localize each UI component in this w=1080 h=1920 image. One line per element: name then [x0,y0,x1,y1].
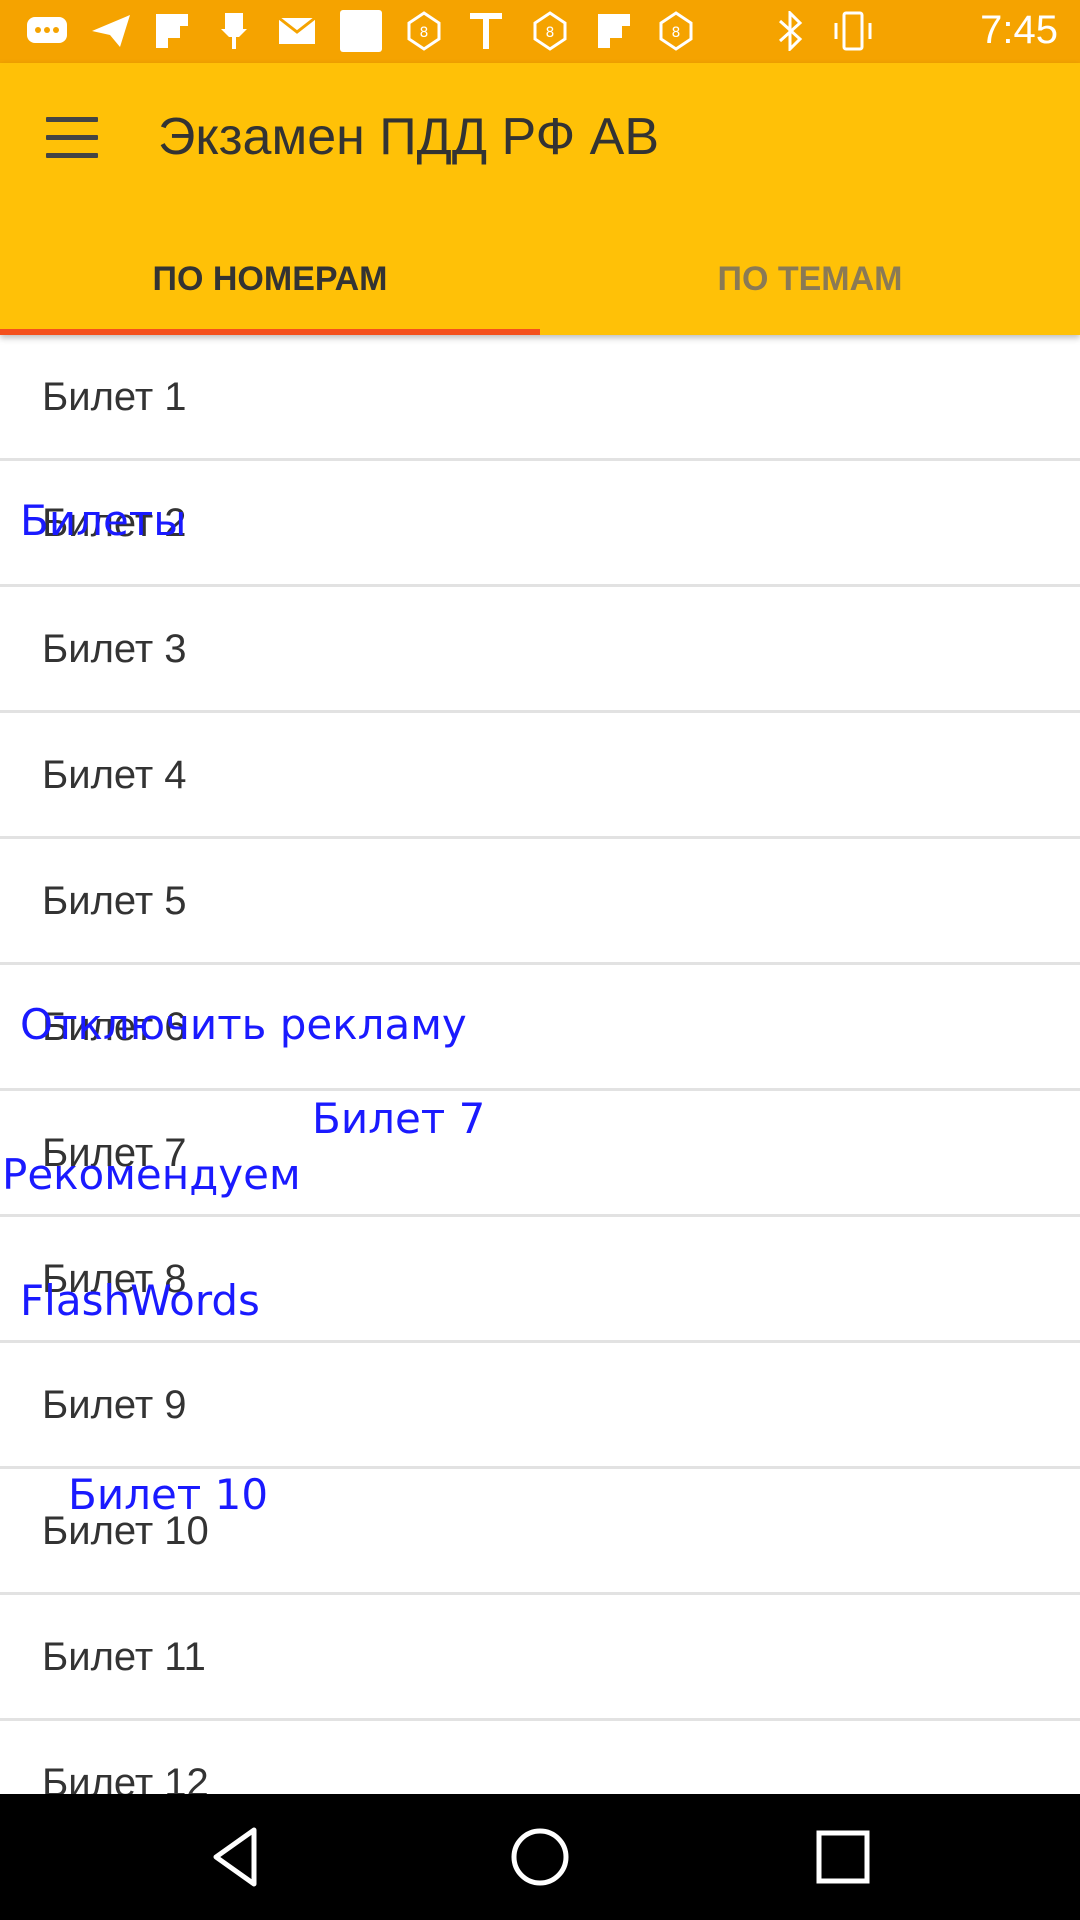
svg-text:8: 8 [546,25,555,41]
fox-icon: 8 [530,10,570,52]
list-item[interactable]: Билет 5 [0,839,1080,965]
list-item-label: Билет 4 [42,753,187,797]
app-bar: Экзамен ПДД РФ АВ ПО НОМЕРАМ ПО ТЕМАМ [0,63,1080,335]
send-icon [88,10,134,52]
overlay-tickets-label: Билеты [20,496,187,545]
menu-icon[interactable] [46,117,98,159]
pin-icon [214,10,254,52]
flipboard-icon [594,10,634,52]
page-title: Экзамен ПДД РФ АВ [158,108,660,166]
fox-icon: 8 [404,10,444,52]
overlay-flashwords-label: FlashWords [20,1276,260,1325]
recents-icon[interactable] [810,1824,876,1890]
clock: 7:45 [980,8,1058,52]
list-item[interactable]: Билет 3 [0,587,1080,713]
fox-icon: 8 [656,10,696,52]
overlay-disable-ads-label: Отключить рекламу [20,1000,467,1049]
bluetooth-icon [772,10,808,52]
tab-by-topic[interactable]: ПО ТЕМАМ [540,243,1080,335]
list-item-label: Билет 5 [42,879,187,923]
list-item[interactable]: Билет 4 [0,713,1080,839]
overlay-ticket7-label: Билет 7 [312,1094,486,1143]
list-item-label: Билет 3 [42,627,187,671]
svg-text:8: 8 [420,25,429,41]
flipboard-icon [152,10,192,52]
home-icon[interactable] [507,1824,573,1890]
vibrate-icon [830,10,876,52]
overlay-recommend-label: Рекомендуем [2,1150,301,1199]
text-icon [466,10,506,52]
list-item-label: Билет 11 [42,1635,206,1679]
chat-icon [22,10,72,52]
svg-text:8: 8 [672,25,681,41]
ticket-list: Билет 1 Билет 2 Билет 3 Билет 4 Билет 5 … [0,335,1080,1847]
back-icon[interactable] [204,1824,270,1890]
list-item-label: Билет 1 [42,375,187,419]
list-item-label: Билет 9 [42,1383,187,1427]
list-item[interactable]: Билет 9 [0,1343,1080,1469]
status-bar: 8 8 8 7:45 [0,0,1080,63]
tab-by-number[interactable]: ПО НОМЕРАМ [0,243,540,335]
mail-icon [274,10,320,52]
list-item[interactable]: Билет 1 [0,335,1080,461]
list-item[interactable]: Билет 11 [0,1595,1080,1721]
navigation-bar [0,1794,1080,1920]
overlay-ticket10-label: Билет 10 [68,1470,269,1519]
square-icon [336,10,386,52]
